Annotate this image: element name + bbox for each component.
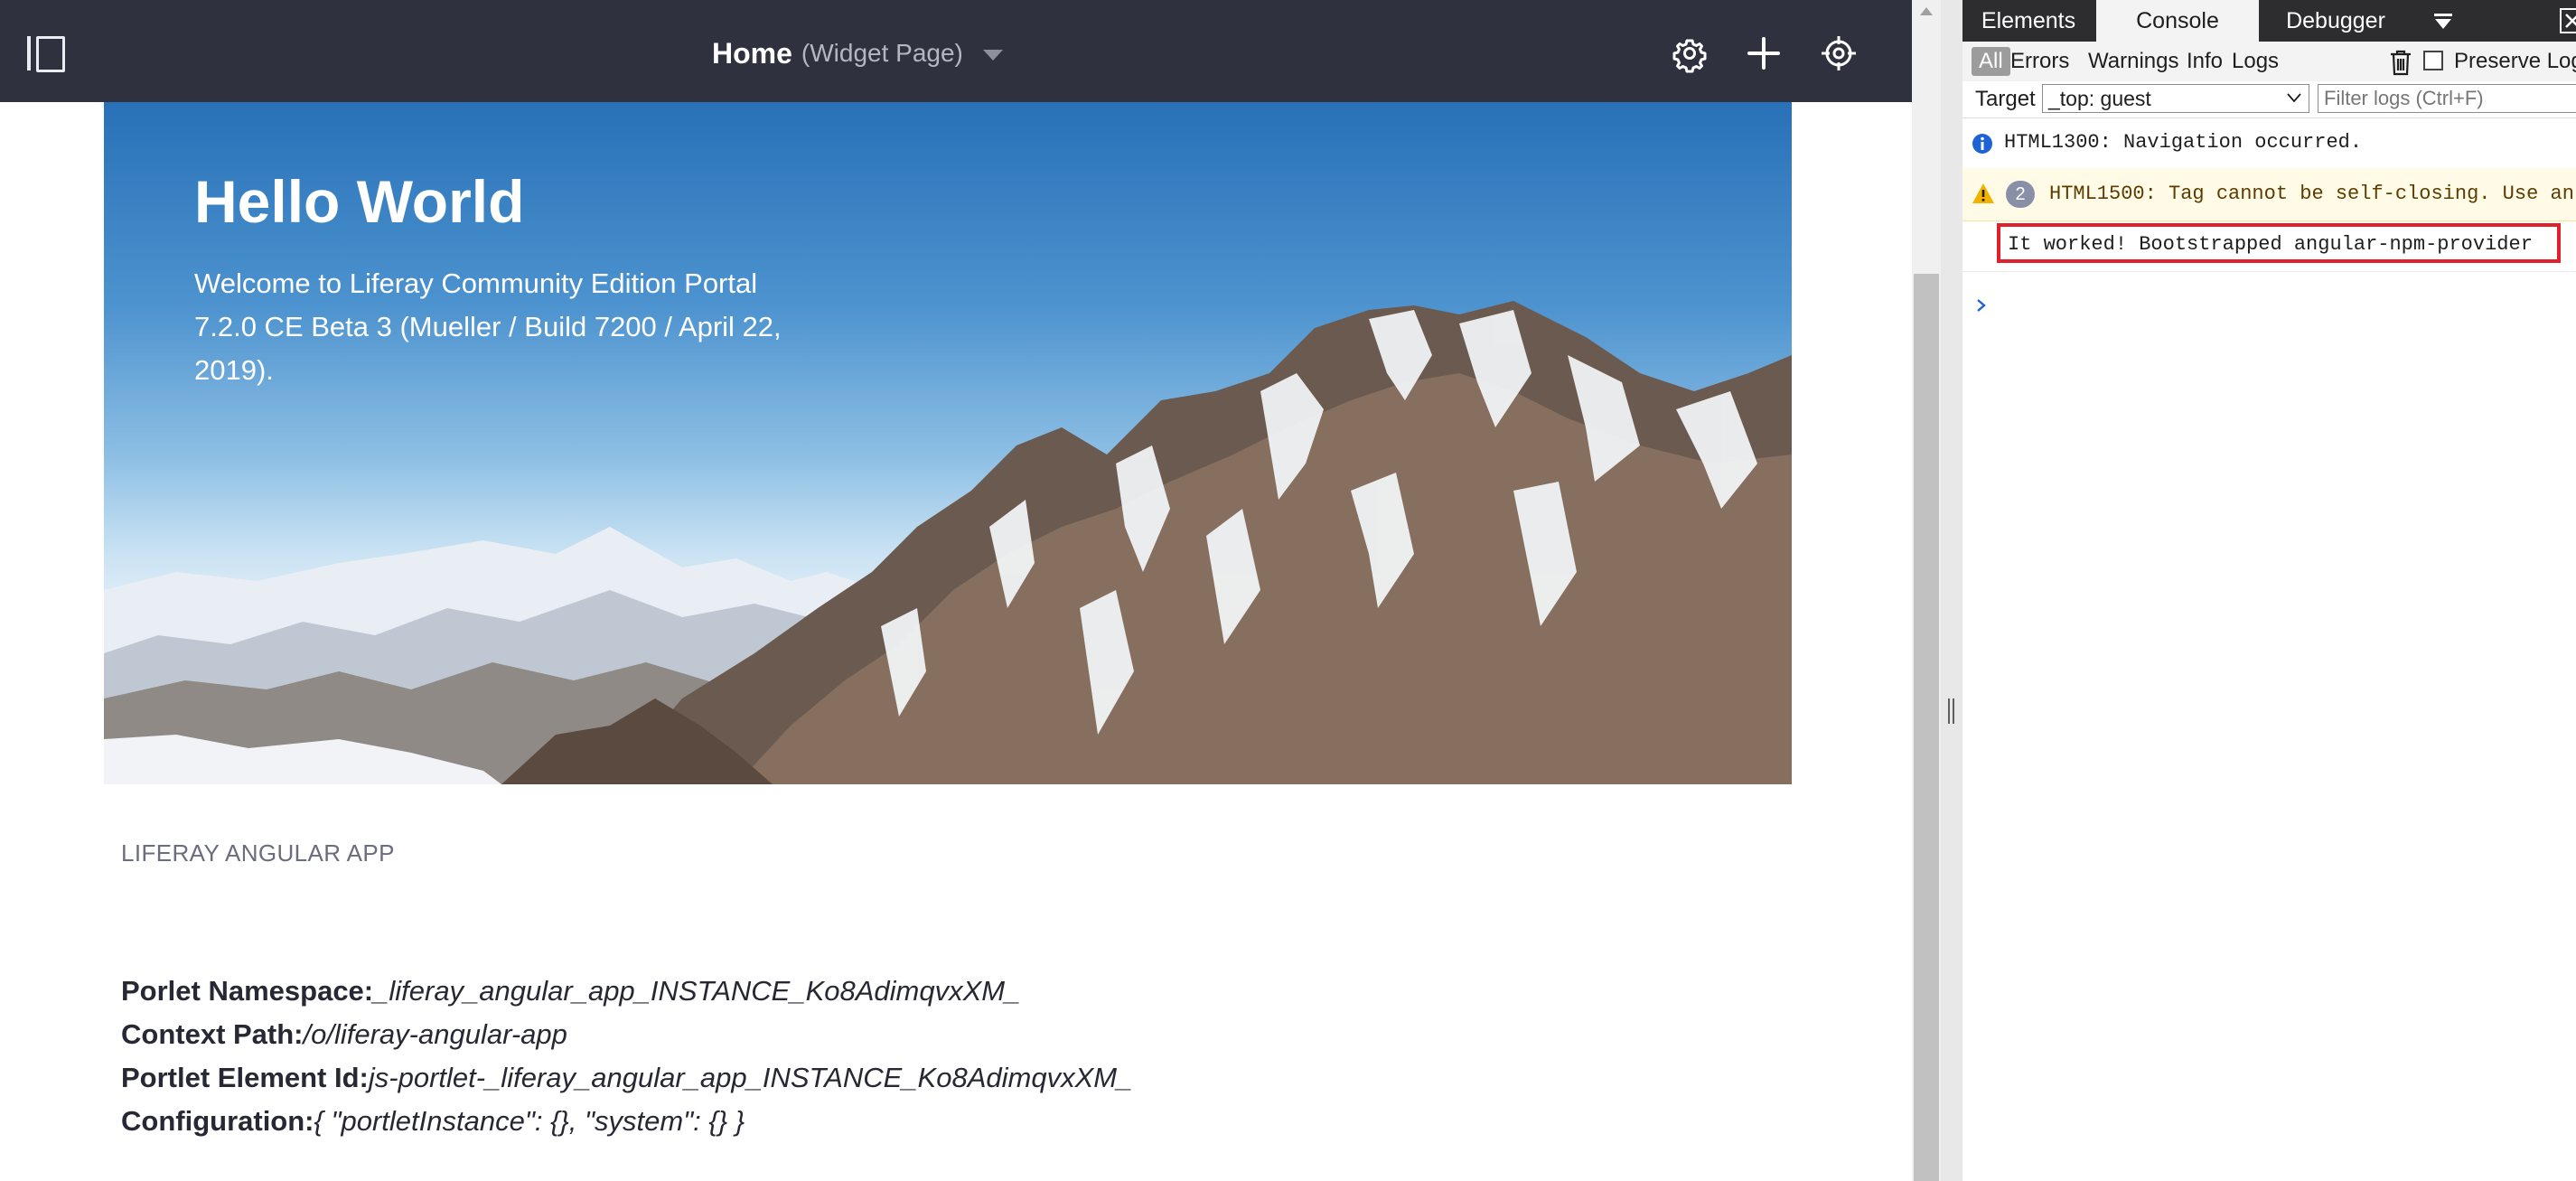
plus-icon[interactable] [1744, 33, 1784, 73]
devtools-splitter[interactable] [1941, 0, 1963, 1181]
tab-console[interactable]: Console [2096, 0, 2259, 42]
tab-elements[interactable]: Elements [1972, 0, 2085, 42]
preserve-log-checkbox[interactable] [2423, 51, 2443, 70]
devtools-tabbar: Elements Console Debugger [1962, 0, 2576, 42]
filter-info[interactable]: Info [2179, 47, 2230, 76]
filter-errors[interactable]: Errors [2003, 47, 2076, 76]
portlet-info: Porlet Namespace:_liferay_angular_app_IN… [121, 970, 1132, 1143]
warning-count-badge: 2 [2006, 181, 2035, 208]
target-bar: Target _top: guest Filter logs (Ctrl+F) [1962, 81, 2576, 118]
namespace-label: Porlet Namespace: [121, 975, 374, 1007]
log-message-text: It worked! Bootstrapped angular-npm-prov… [2008, 233, 2533, 256]
context-path-value: /o/liferay-angular-app [303, 1018, 567, 1050]
info-message-text: HTML1300: Navigation occurred. [2004, 131, 2363, 154]
warning-icon [1972, 183, 1995, 204]
target-select[interactable]: _top: guest [2042, 84, 2309, 113]
filter-warnings[interactable]: Warnings [2081, 47, 2186, 76]
devtools-panel: Elements Console Debugger All Errors War… [1962, 0, 2576, 1181]
hero-title: Hello World [194, 168, 525, 235]
element-id-value: js-portlet-_liferay_angular_app_INSTANCE… [368, 1062, 1133, 1093]
target-label: Target [1975, 87, 2036, 111]
namespace-row: Porlet Namespace:_liferay_angular_app_IN… [121, 970, 1132, 1013]
liferay-page: Home (Widget Page) Hello World Welcome t… [0, 0, 1912, 1181]
namespace-value: _liferay_angular_app_INSTANCE_Ko8Adimqvx… [373, 975, 1021, 1007]
element-id-label: Portlet Element Id: [121, 1062, 369, 1093]
clear-console-trash-icon[interactable] [2389, 49, 2412, 76]
chevron-down-icon [2287, 90, 2301, 105]
console-message-warning[interactable]: 2 HTML1500: Tag cannot be self-closing. … [1962, 168, 2576, 221]
control-menu: Home (Widget Page) [0, 0, 1912, 102]
page-title-dropdown[interactable]: Home (Widget Page) [712, 33, 1003, 73]
scroll-thumb[interactable] [1914, 274, 1939, 1181]
console-prompt-chevron-icon[interactable] [1973, 297, 1990, 314]
hero-banner: Hello World Welcome to Liferay Community… [104, 102, 1792, 784]
tab-debugger[interactable]: Debugger [2272, 0, 2400, 42]
hero-description: Welcome to Liferay Community Edition Por… [194, 267, 782, 386]
console-message-info[interactable]: HTML1300: Navigation occurred. [1962, 118, 2576, 169]
gear-icon[interactable] [1670, 33, 1710, 73]
console-message-log[interactable]: It worked! Bootstrapped angular-npm-prov… [1962, 220, 2576, 272]
info-icon [1972, 133, 1993, 155]
portlet-title: LIFERAY ANGULAR APP [121, 839, 395, 867]
target-value: _top: guest [2048, 87, 2151, 110]
more-tabs-icon[interactable] [2432, 11, 2454, 33]
page-type-label: (Widget Page) [801, 39, 963, 67]
caret-down-icon[interactable] [982, 50, 1003, 61]
filter-logs-input[interactable]: Filter logs (Ctrl+F) [2318, 84, 2576, 113]
close-icon[interactable] [2559, 7, 2576, 34]
context-path-label: Context Path: [121, 1018, 304, 1050]
filter-logs[interactable]: Logs [2225, 47, 2286, 76]
context-path-row: Context Path:/o/liferay-angular-app [121, 1013, 1132, 1056]
configuration-value: { "portletInstance": {}, "system": {} } [314, 1105, 745, 1137]
configuration-label: Configuration: [121, 1105, 314, 1137]
console-toolbar: All Errors Warnings Info Logs Preserve L… [1962, 42, 2576, 81]
console-output: HTML1300: Navigation occurred. 2 HTML150… [1962, 118, 2576, 1181]
warning-message-text: HTML1500: Tag cannot be self-closing. Us… [2049, 183, 2574, 205]
preserve-log-label: Preserve Log [2454, 49, 2576, 73]
sidebar-toggle-icon[interactable] [27, 36, 67, 72]
simulation-icon[interactable] [1819, 33, 1859, 73]
configuration-row: Configuration:{ "portletInstance": {}, "… [121, 1100, 1132, 1143]
page-title: Home [712, 36, 792, 70]
grip-icon[interactable] [1948, 698, 1954, 724]
scroll-up-arrow-icon[interactable] [1920, 7, 1933, 15]
element-id-row: Portlet Element Id:js-portlet-_liferay_a… [121, 1056, 1132, 1100]
page-scrollbar[interactable] [1912, 0, 1941, 1181]
